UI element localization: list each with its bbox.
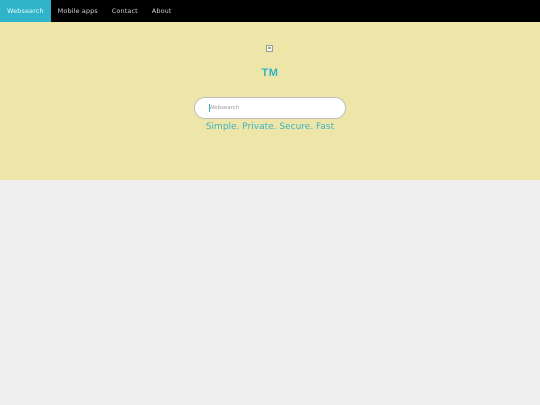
nav-item-about[interactable]: About — [145, 0, 179, 22]
text-caret — [209, 104, 210, 112]
nav-item-contact[interactable]: Contact — [105, 0, 145, 22]
nav-item-mobile-apps[interactable]: Mobile apps — [51, 0, 105, 22]
nav-item-websearch[interactable]: Websearch — [0, 0, 51, 22]
broken-image-icon — [266, 45, 273, 52]
brand-title: TM — [261, 67, 279, 79]
tagline: Simple. Private. Secure. Fast — [205, 122, 335, 132]
search-input[interactable] — [194, 97, 346, 119]
top-navigation: Websearch Mobile apps Contact About — [0, 0, 540, 22]
